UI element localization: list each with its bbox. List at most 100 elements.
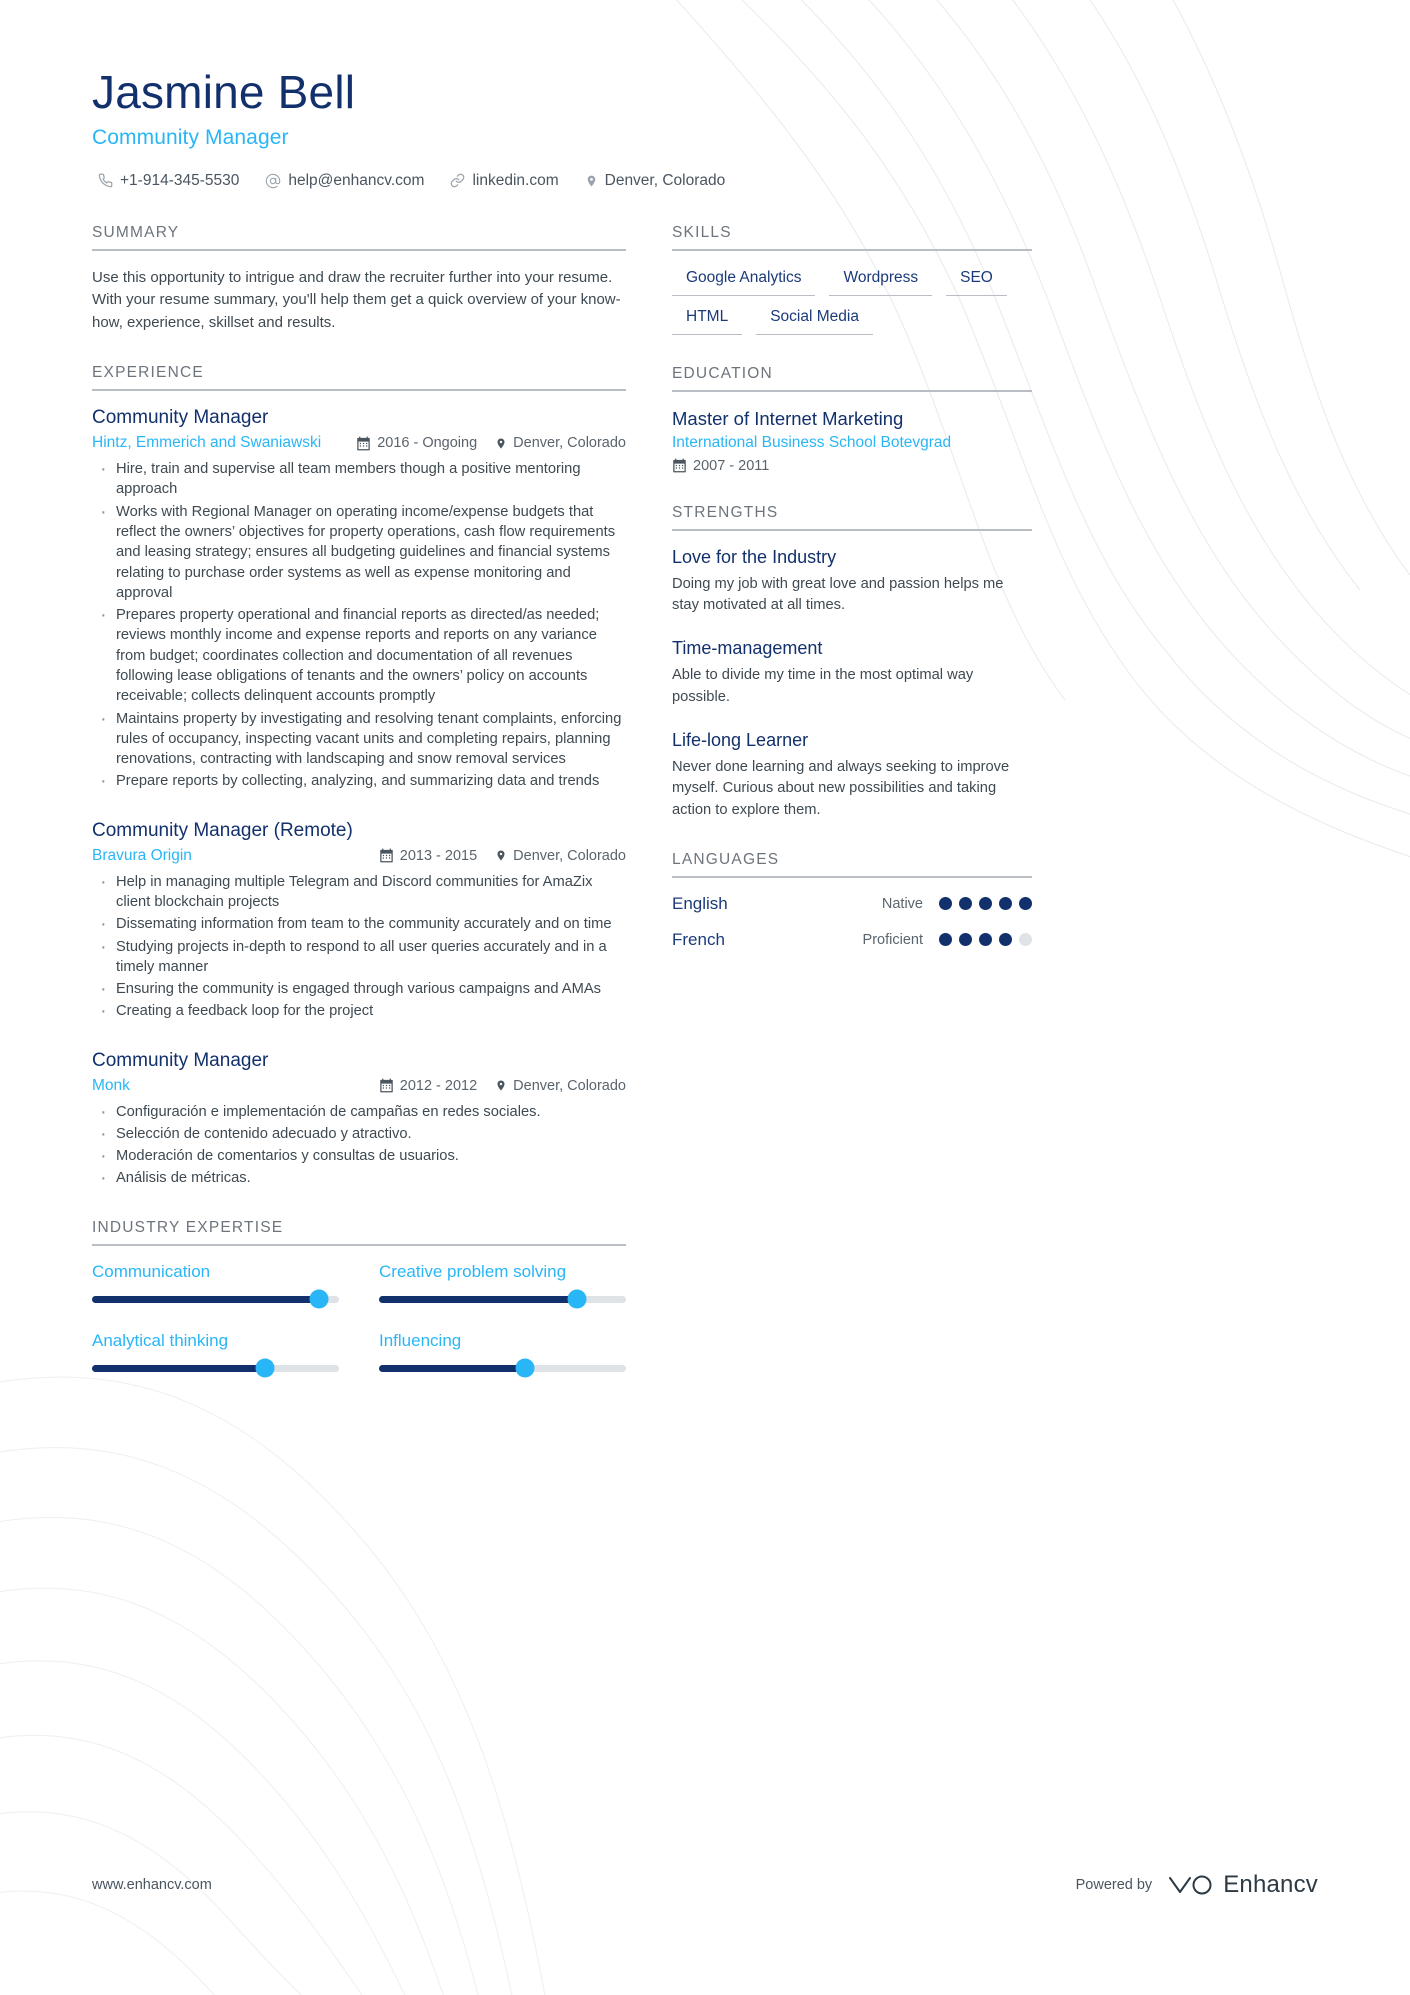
rating-dot-filled [959,933,972,947]
slider-knob[interactable] [309,1289,329,1309]
experience-list: Community Manager Hintz, Emmerich and Swa… [92,391,626,1194]
brand-logo: Enhancv [1166,1871,1318,1899]
skill-tag[interactable]: SEO [946,267,1007,296]
languages-list: English Native French Proficient [672,878,1032,950]
footer-url[interactable]: www.enhancv.com [92,1877,212,1893]
industry-expertise-slider[interactable] [92,1289,339,1309]
calendar-icon [356,436,371,451]
contact-row: +1-914-345-5530 help@enhancv.com linkedi… [92,172,1318,190]
powered-by-label: Powered by [1075,1877,1153,1893]
section-title-industry-expertise: INDUSTRY EXPERTISE [92,1218,284,1236]
experience-bullet: Maintains property by investigating and … [92,706,626,770]
rating-dot-empty [1019,933,1032,947]
industry-expertise-slider[interactable] [379,1289,626,1309]
location-icon [495,1078,507,1093]
experience-item: Community Manager Hintz, Emmerich and Swa… [92,407,626,796]
experience-location-value: Denver, Colorado [513,1077,626,1094]
experience-location: Denver, Colorado [495,848,626,864]
skill-tag[interactable]: Wordpress [829,267,933,296]
footer-branding: Powered by Enhancv [1076,1871,1318,1899]
slider-fill [92,1295,320,1303]
education-school: International Business School Botevgrad [672,433,952,451]
skill-tag[interactable]: Social Media [756,306,873,335]
right-column: SKILLS Google Analytics Wordpress SEO HTML S… [672,224,1032,980]
experience-location: Denver, Colorado [495,1078,626,1094]
experience-dates-value: 2012 - 2012 [399,1077,478,1094]
link-icon [450,173,465,188]
industry-expertise-slider[interactable] [379,1358,626,1378]
experience-bullet: Ensuring the community is engaged throug… [92,976,626,1004]
contact-email-value: help@enhancv.com [288,171,425,189]
experience-role: Community Manager [92,1049,269,1071]
experience-bullet-list: Configuración e implementación de campañ… [92,1099,626,1194]
section-summary: SUMMARY Use this opportunity to intrigue… [92,224,626,335]
section-title-summary: SUMMARY [92,223,180,241]
section-title-skills: SKILLS [672,223,732,241]
strength-name: Time-management [672,638,823,659]
industry-expertise-label: Analytical thinking [92,1330,229,1350]
contact-location[interactable]: Denver, Colorado [585,171,726,190]
experience-company: Bravura Origin [92,846,192,864]
experience-bullet: Configuración e implementación de campañ… [92,1099,626,1127]
strength-item: Love for the Industry Doing my job with g… [672,547,1032,617]
rating-dot-filled [999,933,1012,947]
language-row: French Proficient [672,930,1032,950]
calendar-icon [379,848,394,863]
rating-dot-filled [939,933,952,947]
industry-expertise-label: Influencing [379,1330,462,1350]
industry-expertise-label: Creative problem solving [379,1261,567,1281]
skill-tag[interactable]: Google Analytics [672,267,816,296]
experience-company: Monk [92,1076,130,1094]
experience-meta: Monk 2012 - 2012 Denver, Colorado [92,1077,626,1095]
calendar-icon [379,1078,394,1093]
resume-page: Jasmine Bell Community Manager +1-914-34… [0,0,1410,1995]
experience-bullet: Moderación de comentarios y consultas de… [92,1143,626,1171]
contact-phone[interactable]: +1-914-345-5530 [98,172,239,190]
education-dates: 2007 - 2011 [672,458,1032,474]
brand-name: Enhancv [1223,1871,1318,1898]
strength-text: Doing my job with great love and passion… [672,575,1004,613]
section-industry-expertise: INDUSTRY EXPERTISE Communication Creative… [92,1218,626,1378]
education-degree: Master of Internet Marketing [672,407,904,429]
section-languages: LANGUAGES English Native French Proficient [672,851,1032,950]
contact-link[interactable]: linkedin.com [450,172,559,190]
experience-bullet-list: Hire, train and supervise all team membe… [92,456,626,796]
slider-knob[interactable] [567,1289,587,1309]
summary-text: Use this opportunity to intrigue and dra… [92,268,621,331]
slider-fill [379,1295,577,1303]
section-education: EDUCATION Master of Internet Marketing In… [672,365,1032,474]
industry-expertise-list: Communication Creative problem solving Ana… [92,1261,626,1378]
experience-bullet: Análisis de métricas. [92,1165,626,1193]
language-level: Proficient [862,931,923,948]
skill-tag[interactable]: HTML [672,306,743,335]
location-icon [585,173,598,189]
experience-dates: 2012 - 2012 [379,1078,477,1094]
language-level-group: Proficient [863,932,1032,948]
contact-location-value: Denver, Colorado [604,171,726,189]
industry-expertise-item: Analytical thinking [92,1330,339,1378]
slider-knob[interactable] [515,1358,535,1378]
experience-bullet: Creating a feedback loop for the project [92,998,626,1026]
contact-email[interactable]: help@enhancv.com [265,172,424,190]
experience-dates: 2016 - Ongoing [356,435,477,451]
rating-dot-filled [959,897,972,911]
email-icon [265,173,281,189]
industry-expertise-item: Communication [92,1262,339,1309]
experience-bullet: Selección de contenido adecuado y atract… [92,1121,626,1149]
experience-location-value: Denver, Colorado [513,435,626,452]
section-strengths: STRENGTHS Love for the Industry Doing my … [672,504,1032,821]
experience-bullet: Help in managing multiple Telegram and D… [92,869,626,913]
section-skills: SKILLS Google Analytics Wordpress SEO HTML S… [672,224,1032,335]
strength-text: Able to divide my time in the most optim… [672,667,974,705]
slider-fill [379,1364,525,1372]
experience-role: Community Manager (Remote) [92,819,353,841]
industry-expertise-slider[interactable] [92,1358,339,1378]
experience-item: Community Manager Monk 2012 - 2012 Denver, … [92,1049,626,1194]
slider-knob[interactable] [255,1358,275,1378]
rating-dot-filled [979,897,992,911]
strength-name: Life-long Learner [672,729,809,750]
calendar-icon [672,458,687,473]
experience-role: Community Manager [92,407,269,429]
experience-dates-value: 2013 - 2015 [399,847,478,864]
resume-columns: SUMMARY Use this opportunity to intrigue… [92,224,1318,1402]
